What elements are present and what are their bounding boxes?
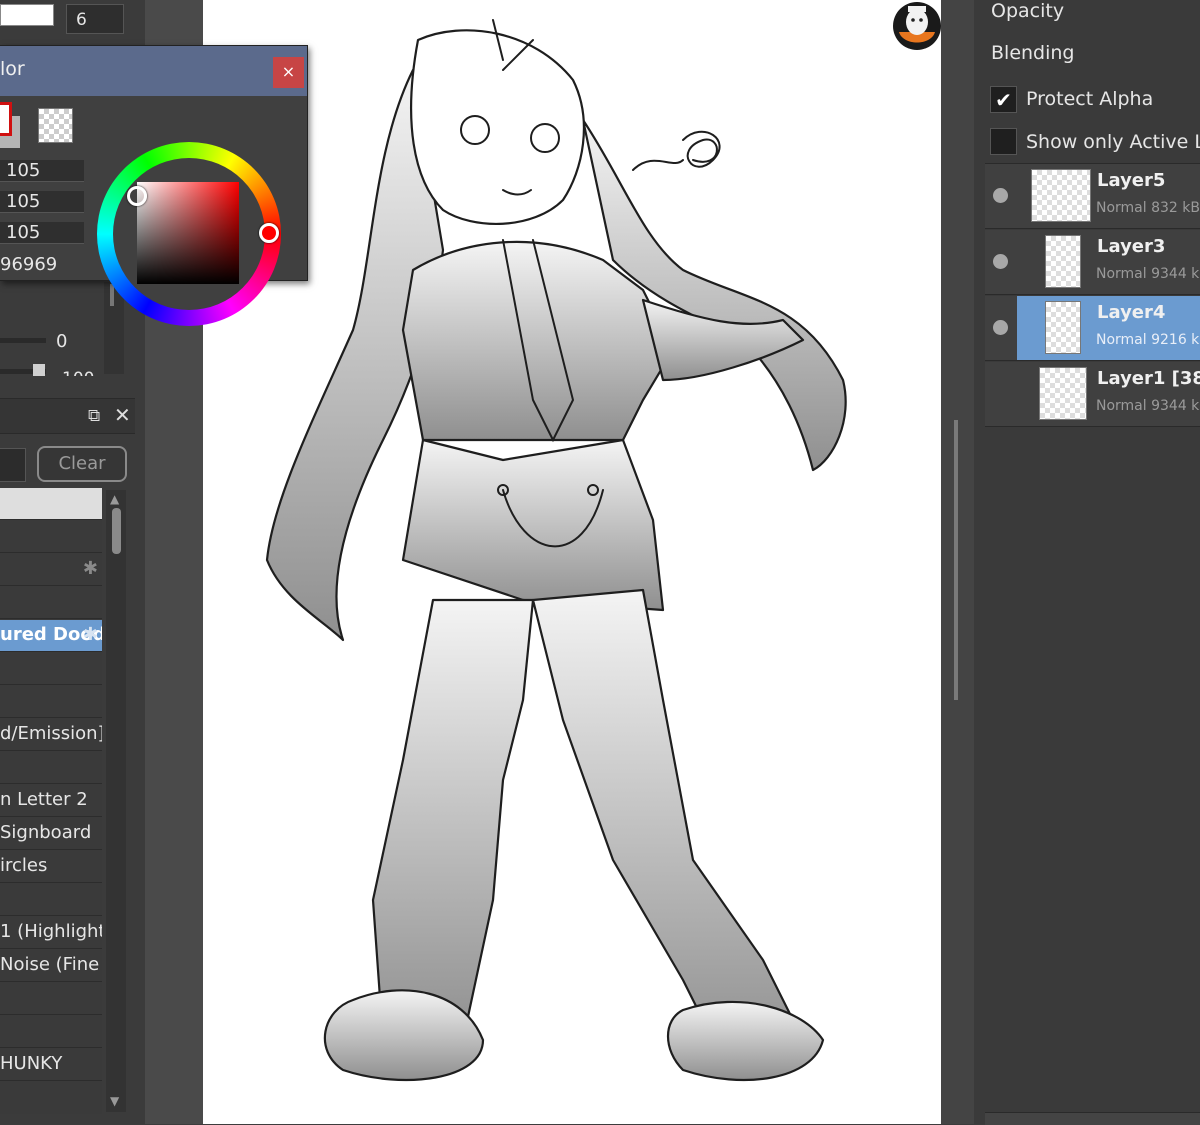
blue-value-field[interactable]: 105 <box>0 222 84 244</box>
list-item-label: Signboard <box>0 822 92 843</box>
color-dialog-title: lor <box>0 58 25 80</box>
drawing-canvas[interactable] <box>203 0 941 1124</box>
property-slider-2-value: 100 <box>62 364 94 376</box>
list-item[interactable]: ircles <box>0 851 102 883</box>
list-item[interactable] <box>0 884 102 916</box>
list-item[interactable] <box>0 1016 102 1048</box>
list-item[interactable] <box>0 488 102 520</box>
property-slider[interactable] <box>0 338 46 343</box>
layer-row[interactable]: Layer1 [38%] Normal 9344 kB <box>985 362 1200 427</box>
list-item-label: 1 (Highlight <box>0 921 102 942</box>
layer-body[interactable]: Layer4 Normal 9216 kB <box>1017 296 1200 360</box>
avatar-graphic <box>894 3 940 49</box>
eye-icon[interactable] <box>993 320 1008 335</box>
property-slider-2-handle[interactable] <box>33 364 45 376</box>
material-search-input[interactable] <box>0 448 26 482</box>
layer-meta: Normal 9344 kB <box>1096 266 1200 282</box>
show-only-active-layer-label: Show only Active La <box>1026 131 1200 153</box>
protect-alpha-label: Protect Alpha <box>1026 88 1154 110</box>
list-item[interactable] <box>0 653 102 685</box>
layer-body[interactable]: Layer1 [38%] Normal 9344 kB <box>1017 362 1200 426</box>
gear-icon[interactable]: ✱ <box>83 554 98 584</box>
color-dialog-title-bar[interactable] <box>0 46 307 96</box>
protect-alpha-checkbox[interactable]: ✔ <box>990 86 1017 113</box>
brush-size-field[interactable]: 6 <box>66 4 124 34</box>
list-item-label: ircles <box>0 855 48 876</box>
layer-panel-footer <box>985 1112 1200 1125</box>
list-item-label: n Letter 2 <box>0 789 88 810</box>
layer-meta: Normal 9216 kB <box>1096 332 1200 348</box>
material-list: ✱ ured Doodl ✱ d/Emission] n Letter 2 Sig… <box>0 488 102 1114</box>
transparent-color-swatch[interactable] <box>38 108 73 143</box>
layer-body[interactable]: Layer5 Normal 832 kB <box>1017 164 1200 228</box>
character-sketch <box>265 19 847 1082</box>
layer-thumbnail <box>1045 301 1081 354</box>
layer-thumbnail <box>1039 367 1087 420</box>
scroll-up-arrow-icon[interactable]: ▲ <box>110 492 119 506</box>
layer-name: Layer5 <box>1097 170 1166 191</box>
layer-row[interactable]: Layer3 Normal 9344 kB <box>985 230 1200 295</box>
layer-thumbnail <box>1031 169 1091 222</box>
avatar-icon[interactable] <box>893 2 941 50</box>
list-item[interactable] <box>0 983 102 1015</box>
saturation-value-cursor[interactable] <box>127 186 147 206</box>
scroll-down-arrow-icon[interactable]: ▼ <box>110 1094 119 1108</box>
canvas-scroll-thumb[interactable] <box>954 420 958 700</box>
list-item-label: Noise (Fine <box>0 954 100 975</box>
eye-icon[interactable] <box>993 254 1008 269</box>
red-value-field[interactable]: 105 <box>0 160 84 182</box>
color-swatch-white[interactable] <box>0 4 54 26</box>
material-list-scroll-thumb[interactable] <box>112 508 121 554</box>
list-item[interactable] <box>0 587 102 619</box>
hex-value-field[interactable]: 96969 <box>0 254 57 275</box>
layer-name: Layer3 <box>1097 236 1166 257</box>
list-item-label: d/Emission] <box>0 723 102 744</box>
list-item[interactable]: ✱ <box>0 554 102 586</box>
opacity-label: Opacity <box>991 0 1065 22</box>
saturation-value-square[interactable] <box>137 182 239 284</box>
list-item[interactable]: 1 (Highlight <box>0 917 102 949</box>
material-list-scrollbar[interactable] <box>106 490 126 1112</box>
gear-icon[interactable]: ✱ <box>83 620 98 650</box>
layer-name: Layer1 [38%] <box>1097 368 1200 389</box>
property-slider-value: 0 <box>56 331 68 352</box>
layer-row[interactable]: Layer5 Normal 832 kB <box>985 164 1200 229</box>
close-panel-icon[interactable]: ✕ <box>114 403 131 427</box>
list-item[interactable]: d/Emission] <box>0 719 102 751</box>
layer-row-selected[interactable]: Layer4 Normal 9216 kB <box>985 296 1200 361</box>
green-value-field[interactable]: 105 <box>0 191 84 213</box>
close-button[interactable]: × <box>273 57 304 88</box>
list-item[interactable] <box>0 686 102 718</box>
list-item[interactable] <box>0 521 102 553</box>
list-item[interactable]: Signboard <box>0 818 102 850</box>
list-item[interactable]: Noise (Fine <box>0 950 102 982</box>
list-item[interactable]: HUNKY <box>0 1049 102 1081</box>
layer-name: Layer4 <box>1097 302 1166 323</box>
show-only-active-layer-checkbox[interactable] <box>990 128 1017 155</box>
foreground-color-swatch[interactable] <box>0 102 12 136</box>
hue-cursor[interactable] <box>259 223 279 243</box>
list-item-selected[interactable]: ured Doodl ✱ <box>0 620 102 652</box>
layer-meta: Normal 832 kB <box>1096 200 1200 216</box>
list-item[interactable]: n Letter 2 <box>0 785 102 817</box>
layer-meta: Normal 9344 kB <box>1096 398 1200 414</box>
list-item-label: HUNKY <box>0 1053 63 1074</box>
clear-button[interactable]: Clear <box>37 446 127 482</box>
float-window-icon[interactable]: ⧉ <box>88 406 100 426</box>
list-item[interactable] <box>0 752 102 784</box>
layer-body[interactable]: Layer3 Normal 9344 kB <box>1017 230 1200 294</box>
layer-thumbnail <box>1045 235 1081 288</box>
blending-label: Blending <box>991 42 1075 64</box>
color-wheel-dialog: lor × 105 105 105 96969 <box>0 45 308 326</box>
eye-icon[interactable] <box>993 188 1008 203</box>
layers-list: Layer5 Normal 832 kB Layer3 Normal 9344 … <box>985 163 1200 427</box>
